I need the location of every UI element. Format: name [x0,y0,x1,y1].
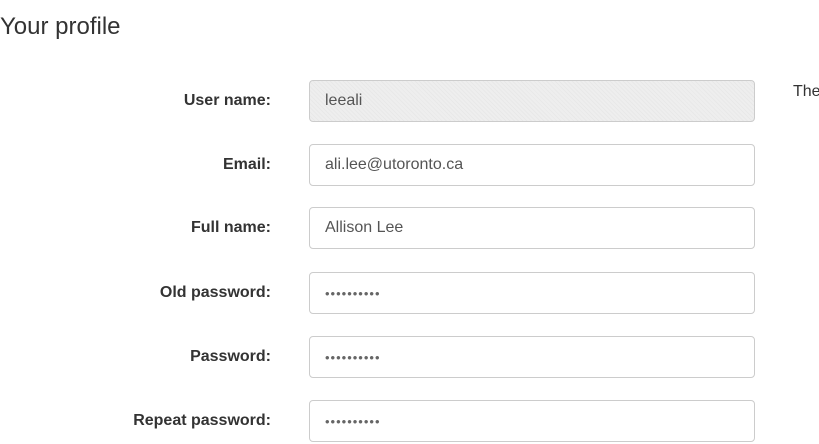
old-password-label: Old password: [159,284,271,301]
email-label: Email: [222,156,271,173]
page-title: Your profile [0,13,121,40]
password-label: Password: [190,348,271,365]
repeat-password-field[interactable] [309,400,755,442]
password-field[interactable] [309,336,755,378]
old-password-field[interactable] [309,272,755,314]
full-name-row: Full name: [0,207,819,249]
full-name-label: Full name: [190,219,271,236]
old-password-row: Old password: [0,272,819,314]
email-row: Email: [0,144,819,186]
username-input[interactable] [309,80,755,122]
username-row: User name: [0,80,819,122]
password-row: Password: [0,336,819,378]
repeat-password-label: Repeat password: [133,412,271,429]
username-label: User name: [183,92,271,109]
repeat-password-row: Repeat password: [0,400,819,442]
full-name-field[interactable] [309,207,755,249]
email-field[interactable] [309,144,755,186]
